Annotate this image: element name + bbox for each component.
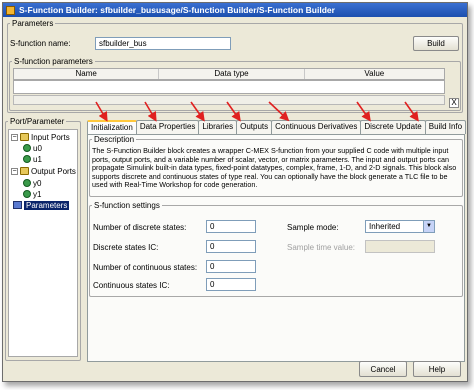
- parameters-legend: Parameters: [12, 19, 54, 28]
- tree-node-parameters[interactable]: Parameters: [13, 200, 70, 210]
- tree-label: u1: [33, 154, 42, 164]
- parameters-table-body[interactable]: [13, 80, 445, 94]
- sample-mode-label: Sample mode:: [287, 223, 339, 232]
- tab-continuous-derivatives[interactable]: Continuous Derivatives: [271, 120, 362, 134]
- description-text: The S-Function Builder block creates a w…: [92, 146, 457, 190]
- sample-time-label: Sample time value:: [287, 243, 356, 252]
- port-tree: − Input Ports u0 u1 − Output Ports y0 y1…: [8, 129, 78, 357]
- collapse-icon[interactable]: −: [11, 167, 18, 175]
- tree-node-u0[interactable]: u0: [23, 143, 42, 153]
- tree-label: Input Ports: [31, 132, 70, 142]
- cancel-button[interactable]: Cancel: [359, 361, 407, 377]
- build-button[interactable]: Build: [413, 36, 459, 51]
- sample-time-input: [365, 240, 435, 253]
- close-parameters-icon[interactable]: X: [449, 98, 459, 108]
- port-icon: [20, 167, 29, 175]
- parameters-table-header: Name Data type Value: [13, 68, 445, 80]
- window-title: S-Function Builder: sfbuilder_bususage/S…: [19, 5, 335, 15]
- app-icon: [6, 5, 15, 15]
- collapse-icon[interactable]: −: [11, 133, 18, 141]
- num-continuous-states-label: Number of continuous states:: [93, 263, 198, 272]
- column-header-value[interactable]: Value: [305, 69, 444, 79]
- sfunction-name-label: S-function name:: [10, 39, 71, 48]
- num-discrete-states-label: Number of discrete states:: [93, 223, 187, 232]
- tree-node-u1[interactable]: u1: [23, 154, 42, 164]
- tab-discrete-update[interactable]: Discrete Update: [360, 120, 426, 134]
- port-parameter-legend: Port/Parameter: [10, 117, 65, 126]
- sample-mode-value: Inherited: [369, 222, 401, 231]
- tree-label: y1: [33, 189, 42, 199]
- tree-label: y0: [33, 178, 42, 188]
- sfunction-builder-window: S-Function Builder: sfbuilder_bususage/S…: [2, 2, 468, 382]
- continuous-states-ic-label: Continuous states IC:: [93, 281, 170, 290]
- tab-build-info[interactable]: Build Info: [424, 120, 467, 134]
- tab-initialization[interactable]: Initialization: [87, 120, 137, 135]
- continuous-states-ic-input[interactable]: 0: [206, 278, 256, 291]
- tree-node-input-ports[interactable]: − Input Ports: [11, 132, 70, 142]
- sfunction-settings-legend: S-function settings: [94, 201, 160, 210]
- num-discrete-states-input[interactable]: 0: [206, 220, 256, 233]
- params-icon: [13, 201, 22, 209]
- help-button[interactable]: Help: [413, 361, 461, 377]
- tab-libraries[interactable]: Libraries: [198, 120, 238, 134]
- column-header-data-type[interactable]: Data type: [159, 69, 305, 79]
- sfunction-parameters-legend: S-function parameters: [14, 57, 93, 66]
- tree-label: Parameters: [24, 200, 70, 210]
- tab-strip: Initialization Data Properties Libraries…: [87, 120, 467, 135]
- tab-data-properties[interactable]: Data Properties: [135, 120, 200, 134]
- pin-icon: [23, 155, 31, 163]
- column-header-name[interactable]: Name: [14, 69, 160, 79]
- tree-node-y0[interactable]: y0: [23, 178, 41, 188]
- pin-icon: [23, 179, 31, 187]
- discrete-states-ic-label: Discrete states IC:: [93, 243, 159, 252]
- discrete-states-ic-input[interactable]: 0: [206, 240, 256, 253]
- tree-label: Output Ports: [31, 166, 76, 176]
- pin-icon: [23, 190, 31, 198]
- num-continuous-states-input[interactable]: 0: [206, 260, 256, 273]
- pin-icon: [23, 144, 31, 152]
- tree-node-y1[interactable]: y1: [23, 189, 41, 199]
- title-bar[interactable]: S-Function Builder: sfbuilder_bususage/S…: [3, 3, 467, 17]
- parameters-table-scrollbar[interactable]: [13, 95, 445, 105]
- tree-node-output-ports[interactable]: − Output Ports: [11, 166, 76, 176]
- tab-outputs[interactable]: Outputs: [236, 120, 273, 134]
- chevron-down-icon[interactable]: ▼: [423, 221, 434, 232]
- port-icon: [20, 133, 29, 141]
- description-legend: Description: [94, 135, 135, 144]
- sample-mode-select[interactable]: Inherited ▼: [365, 220, 435, 233]
- sfunction-name-input[interactable]: sfbuilder_bus: [95, 37, 231, 50]
- tree-label: u0: [33, 143, 42, 153]
